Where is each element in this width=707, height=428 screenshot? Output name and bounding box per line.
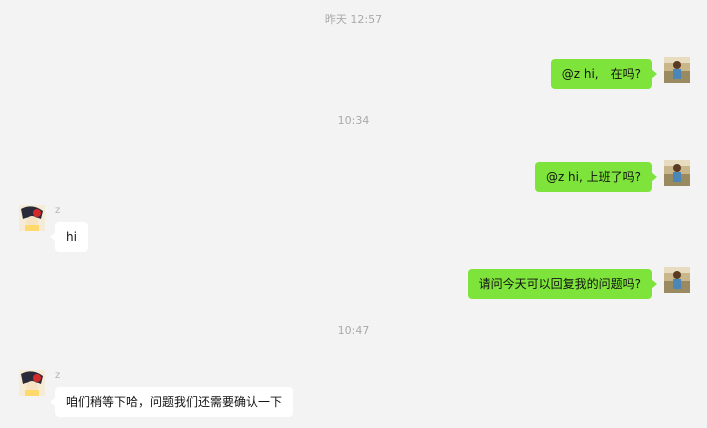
contact-avatar-icon[interactable] [19, 205, 45, 231]
message-bubble-sent[interactable]: @z hi, 在吗? [550, 59, 658, 89]
message-bubble-sent[interactable]: @z hi, 上班了吗? [534, 162, 658, 192]
my-avatar-icon[interactable] [664, 160, 690, 186]
message-bubble-received[interactable]: 咱们稍等下哈，问题我们还需要确认一下 [49, 387, 294, 417]
my-avatar-icon[interactable] [664, 267, 690, 293]
sender-name: z [55, 370, 61, 381]
timestamp: 10:34 [337, 114, 370, 127]
message-bubble-received[interactable]: hi [50, 222, 88, 252]
timestamp: 10:47 [337, 324, 370, 337]
sender-name: z [55, 205, 61, 216]
my-avatar-icon[interactable] [664, 57, 690, 83]
message-bubble-sent[interactable]: 请问今天可以回复我的问题吗? [467, 269, 658, 299]
timestamp: 昨天 12:57 [324, 13, 383, 26]
contact-avatar-icon[interactable] [19, 370, 45, 396]
